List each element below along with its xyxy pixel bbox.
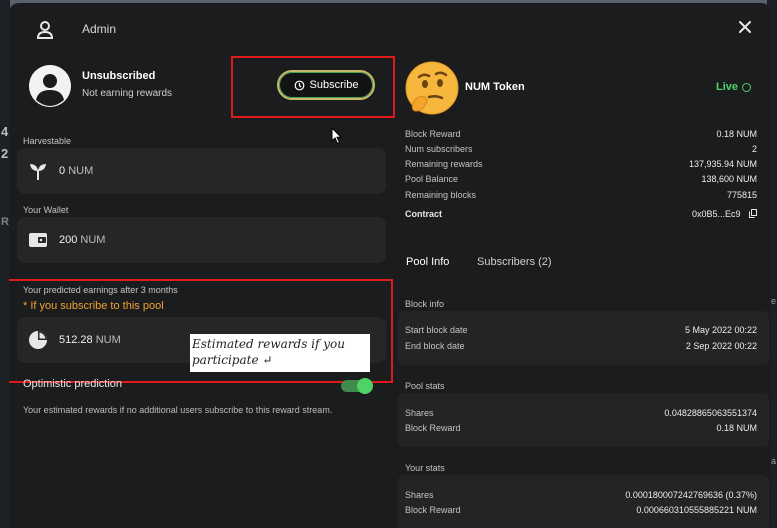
annotation-note: Estimated rewards if you participate ↵ <box>190 334 370 372</box>
end-block-label: End block date <box>405 341 465 351</box>
pool-shares-value: 0.04828865063551374 <box>664 408 757 418</box>
avatar <box>29 65 71 107</box>
token-stat-value: 0.18 NUM <box>716 129 757 139</box>
token-stat-value: 137,935.94 NUM <box>688 159 757 169</box>
close-icon[interactable] <box>737 19 753 35</box>
user-avatar-icon <box>29 65 71 107</box>
user-icon <box>36 21 54 39</box>
contract-label: Contract <box>405 209 443 219</box>
token-stat-value: 2 <box>751 144 757 154</box>
harvestable-unit: NUM <box>68 165 94 177</box>
token-stat-label: Block Reward <box>405 129 461 139</box>
edge-glyph: 4 <box>1 124 9 139</box>
highlight-box-subscribe <box>231 56 395 118</box>
sprout-icon <box>30 164 46 180</box>
token-stat-label: Num subscribers <box>405 144 473 154</box>
live-indicator-icon <box>742 82 752 92</box>
your-stats-card <box>398 475 769 528</box>
start-block-value: 5 May 2022 00:22 <box>684 325 757 335</box>
token-stat-label: Remaining rewards <box>405 159 483 169</box>
harvestable-card: 0 NUM <box>17 148 386 194</box>
tab-subscribers[interactable]: Subscribers (2) <box>477 256 552 268</box>
edge-glyph: R <box>1 216 9 228</box>
harvestable-value: 0 NUM <box>59 165 93 177</box>
harvestable-label: Harvestable <box>23 136 72 146</box>
edge-glyph: a <box>770 456 776 466</box>
wallet-unit: NUM <box>80 234 106 246</box>
pool-block-reward-value: 0.18 NUM <box>716 423 757 433</box>
edge-glyph: e <box>770 296 776 306</box>
token-stat-value: 138,600 NUM <box>701 174 757 184</box>
block-info-title: Block info <box>405 299 445 309</box>
your-stats-title: Your stats <box>405 463 445 473</box>
subscription-status-subtitle: Not earning rewards <box>82 88 173 99</box>
mouse-cursor-icon <box>331 127 343 145</box>
wallet-card: 200 NUM <box>17 217 386 263</box>
token-stat-label: Remaining blocks <box>405 190 477 200</box>
wallet-value: 200 NUM <box>59 234 105 246</box>
token-name: NUM Token <box>465 81 525 93</box>
pool-modal: Admin Unsubscribed Not earning rewards S… <box>9 3 771 528</box>
harvestable-amount: 0 <box>59 165 66 177</box>
optimistic-prediction-toggle[interactable] <box>341 378 373 394</box>
pool-stats-card <box>398 393 769 447</box>
pool-stats-title: Pool stats <box>405 381 445 391</box>
pool-shares-label: Shares <box>405 408 434 418</box>
your-shares-value: 0.000180007242769636 (0.37%) <box>625 490 757 500</box>
pool-block-reward-label: Block Reward <box>405 423 461 433</box>
optimistic-prediction-label: Optimistic prediction <box>23 378 123 390</box>
optimistic-prediction-description: Your estimated rewards if no additional … <box>23 405 333 415</box>
thinking-face-icon <box>405 61 459 115</box>
your-shares-label: Shares <box>405 490 434 500</box>
contract-value: 0x0B5...Ec9 <box>691 209 741 219</box>
start-block-label: Start block date <box>405 325 468 335</box>
live-label: Live <box>716 81 739 93</box>
wallet-icon <box>29 233 47 247</box>
modal-title: Admin <box>82 22 117 36</box>
subscription-status: Unsubscribed <box>82 70 156 82</box>
contract-address[interactable]: 0x0B5...Ec9 <box>692 209 757 219</box>
wallet-amount: 200 <box>59 234 78 246</box>
toggle-knob <box>357 378 373 394</box>
token-stat-value: 775815 <box>726 190 757 200</box>
wallet-label: Your Wallet <box>23 205 69 215</box>
your-block-reward-value: 0.000660310555885221 NUM <box>636 505 757 515</box>
block-info-card <box>398 311 769 365</box>
edge-glyph: 2 <box>1 146 9 161</box>
copy-icon[interactable] <box>749 209 757 218</box>
tab-pool-info[interactable]: Pool Info <box>406 256 449 268</box>
end-block-value: 2 Sep 2022 00:22 <box>685 341 757 351</box>
token-stat-label: Pool Balance <box>405 174 459 184</box>
your-block-reward-label: Block Reward <box>405 505 461 515</box>
live-badge: Live <box>716 81 752 93</box>
